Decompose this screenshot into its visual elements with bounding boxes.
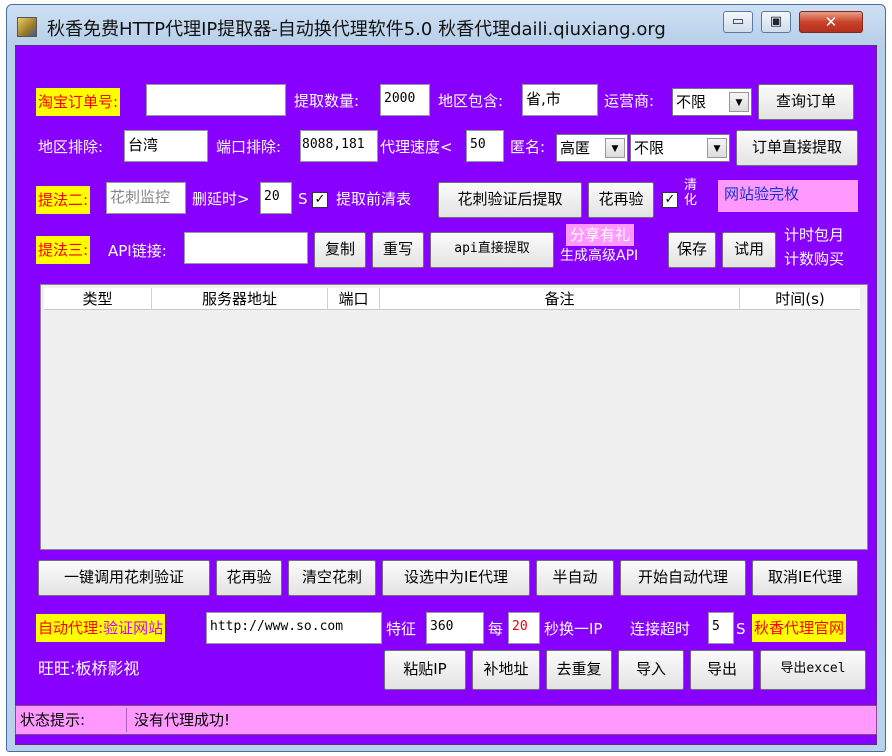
maximize-button[interactable]: ▣ bbox=[761, 11, 791, 33]
timeout-unit: S bbox=[736, 620, 746, 638]
status-bar: 状态提示: 没有代理成功! bbox=[15, 705, 877, 735]
query-order-button[interactable]: 查询订单 bbox=[758, 84, 854, 120]
taobao-order-label: 淘宝订单号: bbox=[36, 88, 121, 116]
reverify-button-2[interactable]: 花再验 bbox=[216, 560, 282, 596]
export-button[interactable]: 导出 bbox=[690, 650, 754, 690]
anon-select[interactable]: 高匿 ▼ bbox=[556, 134, 628, 162]
wangwang-label: 旺旺:板桥影视 bbox=[38, 659, 140, 678]
cancel-ie-proxy-button[interactable]: 取消IE代理 bbox=[752, 560, 858, 596]
anon-label: 匿名: bbox=[510, 138, 546, 156]
carrier-label: 运营商: bbox=[604, 92, 655, 110]
timeout-label: 连接超时 bbox=[630, 620, 691, 638]
chevron-down-icon: ▼ bbox=[707, 138, 727, 158]
rewrite-button[interactable]: 重写 bbox=[372, 232, 424, 268]
save-button[interactable]: 保存 bbox=[668, 232, 716, 268]
reverify-button[interactable]: 花再验 bbox=[588, 182, 654, 218]
feature-label: 特征 bbox=[386, 620, 417, 638]
window-title: 秋香免费HTTP代理IP提取器-自动换代理软件5.0 秋香代理daili.qiu… bbox=[47, 19, 666, 40]
carrier-select[interactable]: 不限 ▼ bbox=[672, 88, 752, 116]
count-buy-link[interactable]: 计数购买 bbox=[784, 248, 844, 270]
dedupe-button[interactable]: 去重复 bbox=[546, 650, 612, 690]
carrier-select-value: 不限 bbox=[676, 93, 707, 111]
import-button[interactable]: 导入 bbox=[618, 650, 684, 690]
region-exclude-input[interactable]: 台湾 bbox=[124, 130, 208, 162]
site-verify-box: 网站验完枚 bbox=[718, 180, 858, 212]
clear-before-checkbox[interactable]: ✓ bbox=[312, 192, 328, 208]
share-gift-badge[interactable]: 分享有礼 bbox=[566, 224, 635, 246]
col-server-address[interactable]: 服务器地址 bbox=[152, 288, 328, 310]
col-time[interactable]: 时间(s) bbox=[740, 288, 860, 310]
anon-select-value: 高匿 bbox=[560, 139, 591, 157]
port-exclude-input[interactable]: 8088,181 bbox=[300, 130, 378, 162]
feature-input[interactable]: 360 bbox=[426, 612, 484, 644]
qty-input[interactable]: 2000 bbox=[380, 84, 430, 116]
official-site-link[interactable]: 秋香代理官网 bbox=[752, 614, 847, 642]
generate-api-link[interactable]: 生成高级API bbox=[560, 246, 638, 266]
purify-checkbox[interactable]: ✓ bbox=[662, 192, 678, 208]
every-seconds-input[interactable]: 20 bbox=[508, 612, 540, 644]
verify-extract-button[interactable]: 花刺验证后提取 bbox=[438, 182, 582, 218]
verify-site-input[interactable]: http://www.so.com bbox=[206, 612, 382, 644]
app-window: 秋香免费HTTP代理IP提取器-自动换代理软件5.0 秋香代理daili.qiu… bbox=[6, 4, 886, 752]
api-direct-extract-button[interactable]: api直接提取 bbox=[430, 232, 554, 268]
export-excel-button[interactable]: 导出excel bbox=[760, 650, 866, 690]
minimize-button[interactable]: ▭ bbox=[723, 11, 753, 33]
col-type[interactable]: 类型 bbox=[44, 288, 152, 310]
delay-input[interactable]: 20 bbox=[260, 182, 292, 214]
start-auto-proxy-button[interactable]: 开始自动代理 bbox=[620, 560, 746, 596]
title-bar[interactable]: 秋香免费HTTP代理IP提取器-自动换代理软件5.0 秋香代理daili.qiu… bbox=[7, 5, 885, 45]
switch-ip-label: 秒换一IP bbox=[544, 620, 603, 638]
qty-label: 提取数量: bbox=[294, 92, 360, 110]
delay-label: 删延时> bbox=[192, 190, 250, 208]
main-panel: 淘宝订单号: 提取数量: 2000 地区包含: 省,市 运营商: 不限 ▼ 查询… bbox=[15, 45, 877, 745]
trial-button[interactable]: 试用 bbox=[722, 232, 776, 268]
speed-input[interactable]: 50 bbox=[466, 130, 504, 162]
region-exclude-label: 地区排除: bbox=[38, 138, 104, 156]
anon2-select-value: 不限 bbox=[634, 139, 665, 157]
proxy-table[interactable]: 类型 服务器地址 端口 备注 时间(s) bbox=[40, 284, 868, 550]
region-include-input[interactable]: 省,市 bbox=[522, 84, 598, 116]
app-icon bbox=[17, 17, 37, 37]
purify-label: 清化 bbox=[684, 178, 698, 208]
chevron-down-icon: ▼ bbox=[605, 138, 625, 158]
api-link-input[interactable] bbox=[184, 232, 308, 264]
api-label: API链接: bbox=[108, 242, 167, 260]
close-button[interactable]: ✕ bbox=[799, 11, 863, 33]
auto-proxy-label: 自动代理: bbox=[38, 619, 104, 637]
method2-input[interactable]: 花刺监控 bbox=[106, 182, 186, 214]
port-exclude-label: 端口排除: bbox=[216, 138, 282, 156]
clear-button[interactable]: 清空花刺 bbox=[288, 560, 376, 596]
col-port[interactable]: 端口 bbox=[328, 288, 380, 310]
every-label: 每 bbox=[488, 620, 504, 638]
auto-proxy-badge: 自动代理:验证网站 bbox=[36, 614, 166, 642]
taobao-order-input[interactable] bbox=[146, 84, 286, 116]
copy-button[interactable]: 复制 bbox=[314, 232, 366, 268]
status-label: 状态提示: bbox=[20, 711, 86, 729]
method2-label: 提法二: bbox=[36, 186, 91, 214]
method3-label: 提法三: bbox=[36, 236, 91, 264]
table-header: 类型 服务器地址 端口 备注 时间(s) bbox=[44, 288, 860, 310]
paste-ip-button[interactable]: 粘贴IP bbox=[384, 650, 466, 690]
timeout-input[interactable]: 5 bbox=[708, 612, 734, 644]
one-click-verify-button[interactable]: 一键调用花刺验证 bbox=[38, 560, 210, 596]
order-direct-extract-button[interactable]: 订单直接提取 bbox=[736, 130, 858, 166]
speed-label: 代理速度< bbox=[380, 138, 453, 156]
anon2-select[interactable]: 不限 ▼ bbox=[630, 134, 730, 162]
clear-before-label: 提取前清表 bbox=[336, 190, 412, 208]
set-ie-proxy-button[interactable]: 设选中为IE代理 bbox=[382, 560, 530, 596]
chevron-down-icon: ▼ bbox=[729, 92, 749, 112]
monthly-link[interactable]: 计时包月 bbox=[784, 224, 844, 246]
verify-site-label: 验证网站 bbox=[103, 619, 164, 637]
region-include-label: 地区包含: bbox=[438, 92, 504, 110]
col-note[interactable]: 备注 bbox=[380, 288, 740, 310]
fill-address-button[interactable]: 补地址 bbox=[472, 650, 540, 690]
delay-unit: S bbox=[298, 190, 308, 208]
status-message: 没有代理成功! bbox=[134, 711, 231, 729]
status-divider bbox=[126, 708, 127, 732]
semi-auto-button[interactable]: 半自动 bbox=[536, 560, 614, 596]
